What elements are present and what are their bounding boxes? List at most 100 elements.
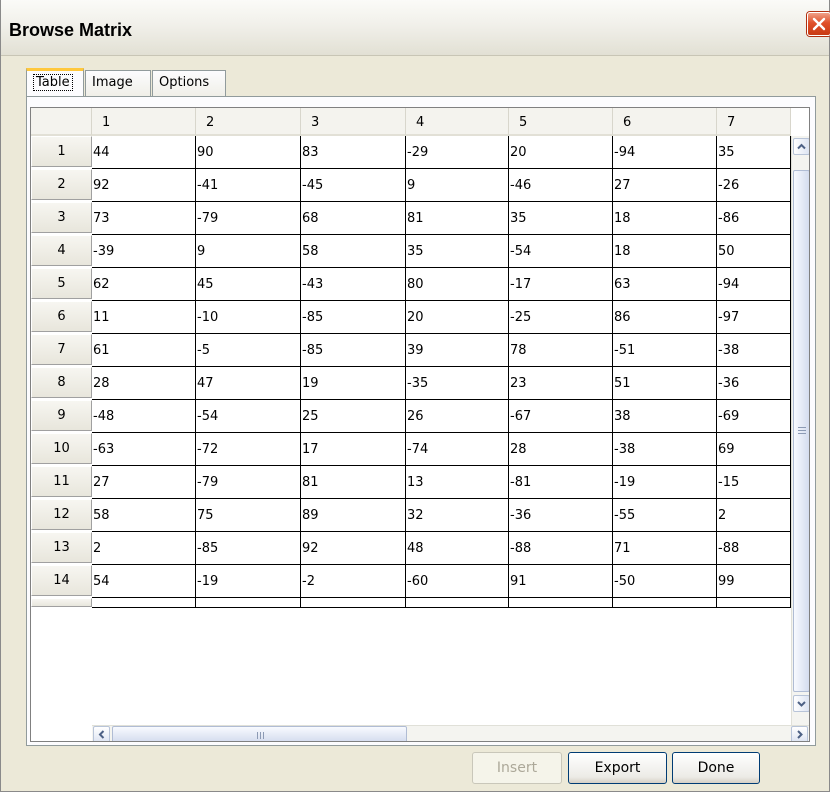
table-cell[interactable]: -54 [196,400,301,433]
table-cell[interactable]: 47 [196,367,301,400]
table-cell[interactable]: -72 [196,433,301,466]
table-cell[interactable]: 78 [509,334,613,367]
table-cell[interactable]: 2 [92,532,196,565]
row-header[interactable]: 3 [31,202,92,233]
table-cell[interactable]: 63 [613,268,717,301]
row-header[interactable]: 12 [31,499,92,530]
table-cell[interactable]: 81 [406,202,509,235]
column-header[interactable]: 1 [92,108,196,136]
column-header[interactable]: 6 [613,108,717,136]
table-cell[interactable]: -81 [509,466,613,499]
row-header[interactable]: 5 [31,268,92,299]
table-cell[interactable]: -88 [509,532,613,565]
table-cell[interactable]: 23 [509,367,613,400]
table-cell[interactable]: 75 [196,499,301,532]
row-header-partial[interactable] [31,598,92,607]
table-cell[interactable]: -51 [613,334,717,367]
row-header[interactable]: 7 [31,334,92,365]
column-header[interactable]: 3 [301,108,406,136]
table-cell[interactable]: -19 [613,466,717,499]
table-cell-partial[interactable] [301,598,406,608]
table-cell[interactable]: 58 [92,499,196,532]
table-cell[interactable]: -50 [613,565,717,598]
table-cell-partial[interactable] [196,598,301,608]
table-cell[interactable]: -54 [509,235,613,268]
row-header[interactable]: 8 [31,367,92,398]
vertical-scroll-thumb[interactable] [793,170,809,692]
table-cell[interactable]: 91 [509,565,613,598]
export-button[interactable]: Export [568,752,667,784]
row-header[interactable]: 9 [31,400,92,431]
table-cell[interactable]: 83 [301,136,406,169]
table-cell[interactable]: -2 [301,565,406,598]
row-header[interactable]: 2 [31,169,92,200]
table-cell[interactable]: -48 [92,400,196,433]
table-cell[interactable]: -35 [406,367,509,400]
table-cell[interactable]: -38 [613,433,717,466]
table-cell[interactable]: -45 [301,169,406,202]
table-cell[interactable]: 50 [717,235,791,268]
table-cell[interactable]: -15 [717,466,791,499]
table-cell[interactable]: 38 [613,400,717,433]
table-cell[interactable]: -97 [717,301,791,334]
table-cell[interactable]: 92 [301,532,406,565]
scroll-right-button[interactable] [791,726,808,741]
table-cell-partial[interactable] [717,598,791,608]
table-cell[interactable]: -43 [301,268,406,301]
scroll-up-button[interactable] [793,138,809,155]
table-cell[interactable]: 62 [92,268,196,301]
table-cell[interactable]: 35 [406,235,509,268]
table-cell[interactable]: -94 [717,268,791,301]
row-header[interactable]: 1 [31,136,92,167]
table-cell[interactable]: 19 [301,367,406,400]
table-cell[interactable]: 89 [301,499,406,532]
table-cell[interactable]: -5 [196,334,301,367]
table-cell[interactable]: -46 [509,169,613,202]
table-cell[interactable]: 9 [196,235,301,268]
row-header[interactable]: 6 [31,301,92,332]
table-cell[interactable]: -88 [717,532,791,565]
column-header[interactable]: 4 [406,108,509,136]
table-cell[interactable]: -10 [196,301,301,334]
table-cell[interactable]: -94 [613,136,717,169]
table-cell[interactable]: 2 [717,499,791,532]
row-header[interactable]: 13 [31,532,92,563]
table-cell[interactable]: 73 [92,202,196,235]
row-header[interactable]: 11 [31,466,92,497]
table-cell[interactable]: 18 [613,202,717,235]
table-cell[interactable]: 11 [92,301,196,334]
table-cell[interactable]: -67 [509,400,613,433]
table-cell[interactable]: 99 [717,565,791,598]
table-cell[interactable]: 44 [92,136,196,169]
table-cell[interactable]: 25 [301,400,406,433]
table-cell[interactable]: -29 [406,136,509,169]
vertical-scrollbar[interactable] [791,136,809,725]
table-cell[interactable]: 68 [301,202,406,235]
table-cell[interactable]: -85 [301,301,406,334]
table-cell[interactable]: -85 [301,334,406,367]
table-cell[interactable]: 27 [613,169,717,202]
table-cell[interactable]: 9 [406,169,509,202]
title-bar[interactable]: Browse Matrix [1,0,830,56]
horizontal-scroll-thumb[interactable] [112,726,407,741]
tab-table[interactable]: Table [26,68,84,96]
table-cell[interactable]: -39 [92,235,196,268]
column-header[interactable]: 7 [717,108,791,136]
table-cell[interactable]: 13 [406,466,509,499]
table-cell[interactable]: -26 [717,169,791,202]
table-cell[interactable]: 48 [406,532,509,565]
table-cell[interactable]: 86 [613,301,717,334]
table-cell[interactable]: 28 [92,367,196,400]
row-header[interactable]: 4 [31,235,92,266]
table-cell[interactable]: 58 [301,235,406,268]
matrix-grid[interactable]: 1 2 3 4 5 6 7 1 44 90 83 -29 20 -94 35 2 92 -41 -45 9 -46 27-… [30,107,810,742]
table-cell-partial[interactable] [509,598,613,608]
table-cell[interactable]: 51 [613,367,717,400]
table-cell[interactable]: 28 [509,433,613,466]
row-header[interactable]: 10 [31,433,92,464]
table-cell[interactable]: 35 [509,202,613,235]
table-cell[interactable]: 81 [301,466,406,499]
table-cell[interactable]: -69 [717,400,791,433]
scroll-down-button[interactable] [793,695,809,712]
row-header[interactable]: 14 [31,565,92,596]
